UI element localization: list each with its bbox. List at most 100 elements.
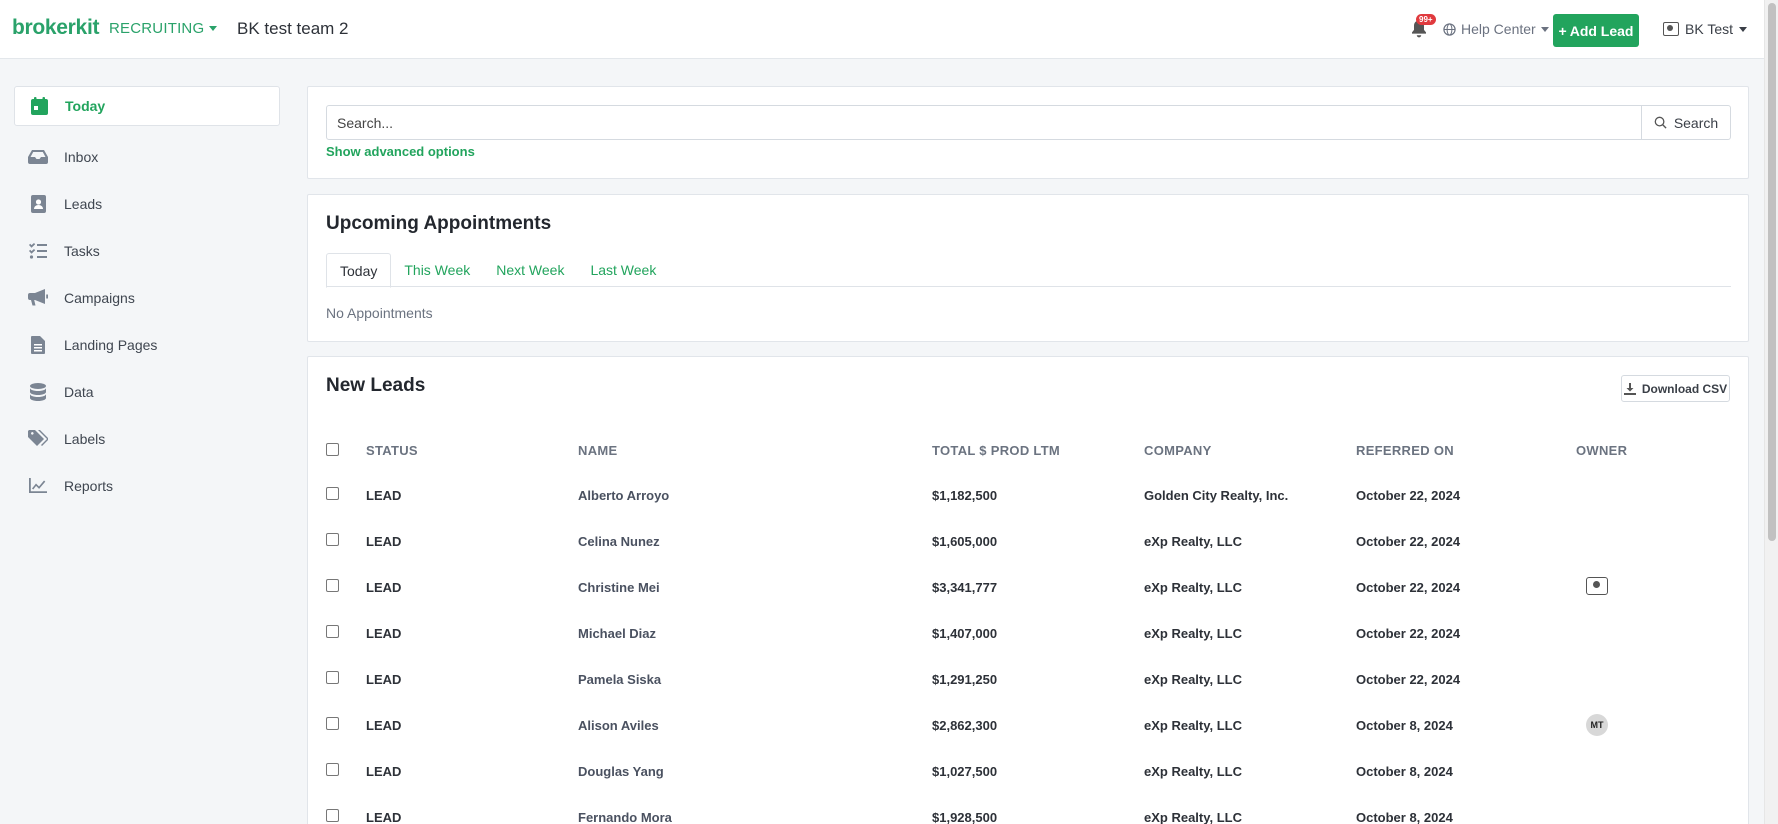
sidebar-item-label: Leads [64,195,103,212]
row-checkbox[interactable] [326,487,339,500]
row-checkbox[interactable] [326,625,339,638]
production-cell: $1,027,500 [932,763,998,779]
referred-on-cell: October 22, 2024 [1356,579,1461,595]
column-header-status[interactable]: STATUS [366,429,578,472]
name-cell[interactable]: Pamela Siska [578,656,932,702]
sidebar-item-label: Landing Pages [64,336,158,353]
column-header-name[interactable]: NAME [578,429,932,472]
tab-today[interactable]: Today [326,253,392,288]
tab-last-week[interactable]: Last Week [577,253,669,287]
sidebar-item-label: Inbox [64,148,99,165]
sidebar-item-inbox[interactable]: Inbox [14,133,280,180]
row-checkbox[interactable] [326,717,339,730]
production-cell: $1,928,500 [932,809,998,824]
name-cell[interactable]: Christine Mei [578,564,932,610]
table-row[interactable]: LEAD Douglas Yang $1,027,500 eXp Realty, LL… [326,748,1731,794]
owner-robot-icon [1586,576,1608,595]
contact-book-icon [28,194,48,214]
document-icon [28,335,48,355]
sidebar-item-today[interactable]: Today [14,86,280,126]
select-all-checkbox[interactable] [326,442,339,456]
download-csv-button[interactable]: Download CSV [1621,375,1730,402]
row-checkbox[interactable] [326,809,339,822]
table-row[interactable]: LEAD Alison Aviles $2,862,300 eXp Realty, L… [326,702,1731,748]
add-lead-button[interactable]: + Add Lead [1553,14,1639,47]
add-lead-label: Add Lead [1569,22,1634,39]
row-select-cell [326,748,366,794]
name-cell[interactable]: Douglas Yang [578,748,932,794]
search-button[interactable]: Search [1641,106,1730,139]
status-cell: LEAD [366,671,402,687]
sidebar-item-landing-pages[interactable]: Landing Pages [14,321,280,368]
table-row[interactable]: LEAD Celina Nunez $1,605,000 eXp Realty, LL… [326,518,1731,564]
status-cell: LEAD [366,717,402,733]
referred-on-cell: October 8, 2024 [1356,717,1453,733]
column-header-company[interactable]: COMPANY [1144,429,1356,472]
company-cell: eXp Realty, LLC [1144,671,1243,687]
help-center-dropdown[interactable]: Help Center [1443,21,1549,37]
table-header-row: STATUS NAME TOTAL $ PROD LTM COMPANY REF… [326,429,1731,472]
row-checkbox[interactable] [326,579,339,592]
sidebar-item-tasks[interactable]: Tasks [14,227,280,274]
column-header-production[interactable]: TOTAL $ PROD LTM [932,429,1144,472]
show-advanced-options-link[interactable]: Show advanced options [326,144,475,159]
table-row[interactable]: LEAD Christine Mei $3,341,777 eXp Realty, L… [326,564,1731,610]
production-cell: $1,605,000 [932,533,998,549]
table-row[interactable]: LEAD Pamela Siska $1,291,250 eXp Realty, LL… [326,656,1731,702]
row-checkbox[interactable] [326,763,339,776]
top-bar: brokerkit RECRUITING BK test team 2 99+ … [0,0,1764,59]
page-scrollbar[interactable] [1764,0,1778,824]
owner-cell [1576,518,1731,564]
name-cell[interactable]: Celina Nunez [578,518,932,564]
caret-down-icon [1739,26,1747,32]
table-row[interactable]: LEAD Michael Diaz $1,407,000 eXp Realty, LL… [326,610,1731,656]
sidebar-item-reports[interactable]: Reports [14,462,280,509]
brand-logo[interactable]: brokerkit [12,16,99,40]
table-row[interactable]: LEAD Fernando Mora $1,928,500 eXp Realty, L… [326,794,1731,824]
module-dropdown[interactable]: RECRUITING [109,20,218,37]
tab-next-week[interactable]: Next Week [483,253,577,287]
name-cell[interactable]: Michael Diaz [578,610,932,656]
search-button-label: Search [1673,114,1719,131]
status-cell: LEAD [366,809,402,824]
calendar-icon [29,96,49,116]
row-checkbox[interactable] [326,671,339,684]
user-robot-icon [1663,22,1679,36]
sidebar-item-label: Data [64,383,94,400]
row-select-cell [326,656,366,702]
column-header-owner[interactable]: OWNER [1576,429,1731,472]
download-csv-label: Download CSV [1641,381,1728,396]
company-cell: eXp Realty, LLC [1144,809,1243,824]
search-bar: Search [326,105,1731,140]
table-row[interactable]: LEAD Alberto Arroyo $1,182,500 Golden City … [326,472,1731,518]
upcoming-appointments-panel: Upcoming Appointments Today This Week Ne… [307,194,1749,342]
owner-cell [1576,748,1731,794]
sidebar-item-data[interactable]: Data [14,368,280,415]
row-checkbox[interactable] [326,533,339,546]
caret-down-icon [209,26,218,31]
search-icon [1654,116,1667,129]
scrollbar-thumb[interactable] [1768,3,1776,541]
megaphone-icon [28,288,48,308]
sidebar-item-labels[interactable]: Labels [14,415,280,462]
name-cell[interactable]: Alberto Arroyo [578,472,932,518]
production-cell: $1,182,500 [932,487,998,503]
status-cell: LEAD [366,533,402,549]
search-panel: Search Show advanced options [307,86,1749,179]
column-header-referred-on[interactable]: REFERRED ON [1356,429,1576,472]
company-cell: eXp Realty, LLC [1144,533,1243,549]
sidebar-item-campaigns[interactable]: Campaigns [14,274,280,321]
company-cell: eXp Realty, LLC [1144,625,1243,641]
owner-cell [1576,564,1731,610]
name-cell[interactable]: Alison Aviles [578,702,932,748]
user-menu[interactable]: BK Test [1663,21,1747,37]
referred-on-cell: October 22, 2024 [1356,671,1461,687]
search-input[interactable] [327,106,1641,139]
user-name: BK Test [1685,21,1733,37]
tab-this-week[interactable]: This Week [391,253,483,287]
referred-on-cell: October 22, 2024 [1356,487,1461,503]
sidebar-item-leads[interactable]: Leads [14,180,280,227]
name-cell[interactable]: Fernando Mora [578,794,932,824]
status-cell: LEAD [366,625,402,641]
row-select-cell [326,518,366,564]
